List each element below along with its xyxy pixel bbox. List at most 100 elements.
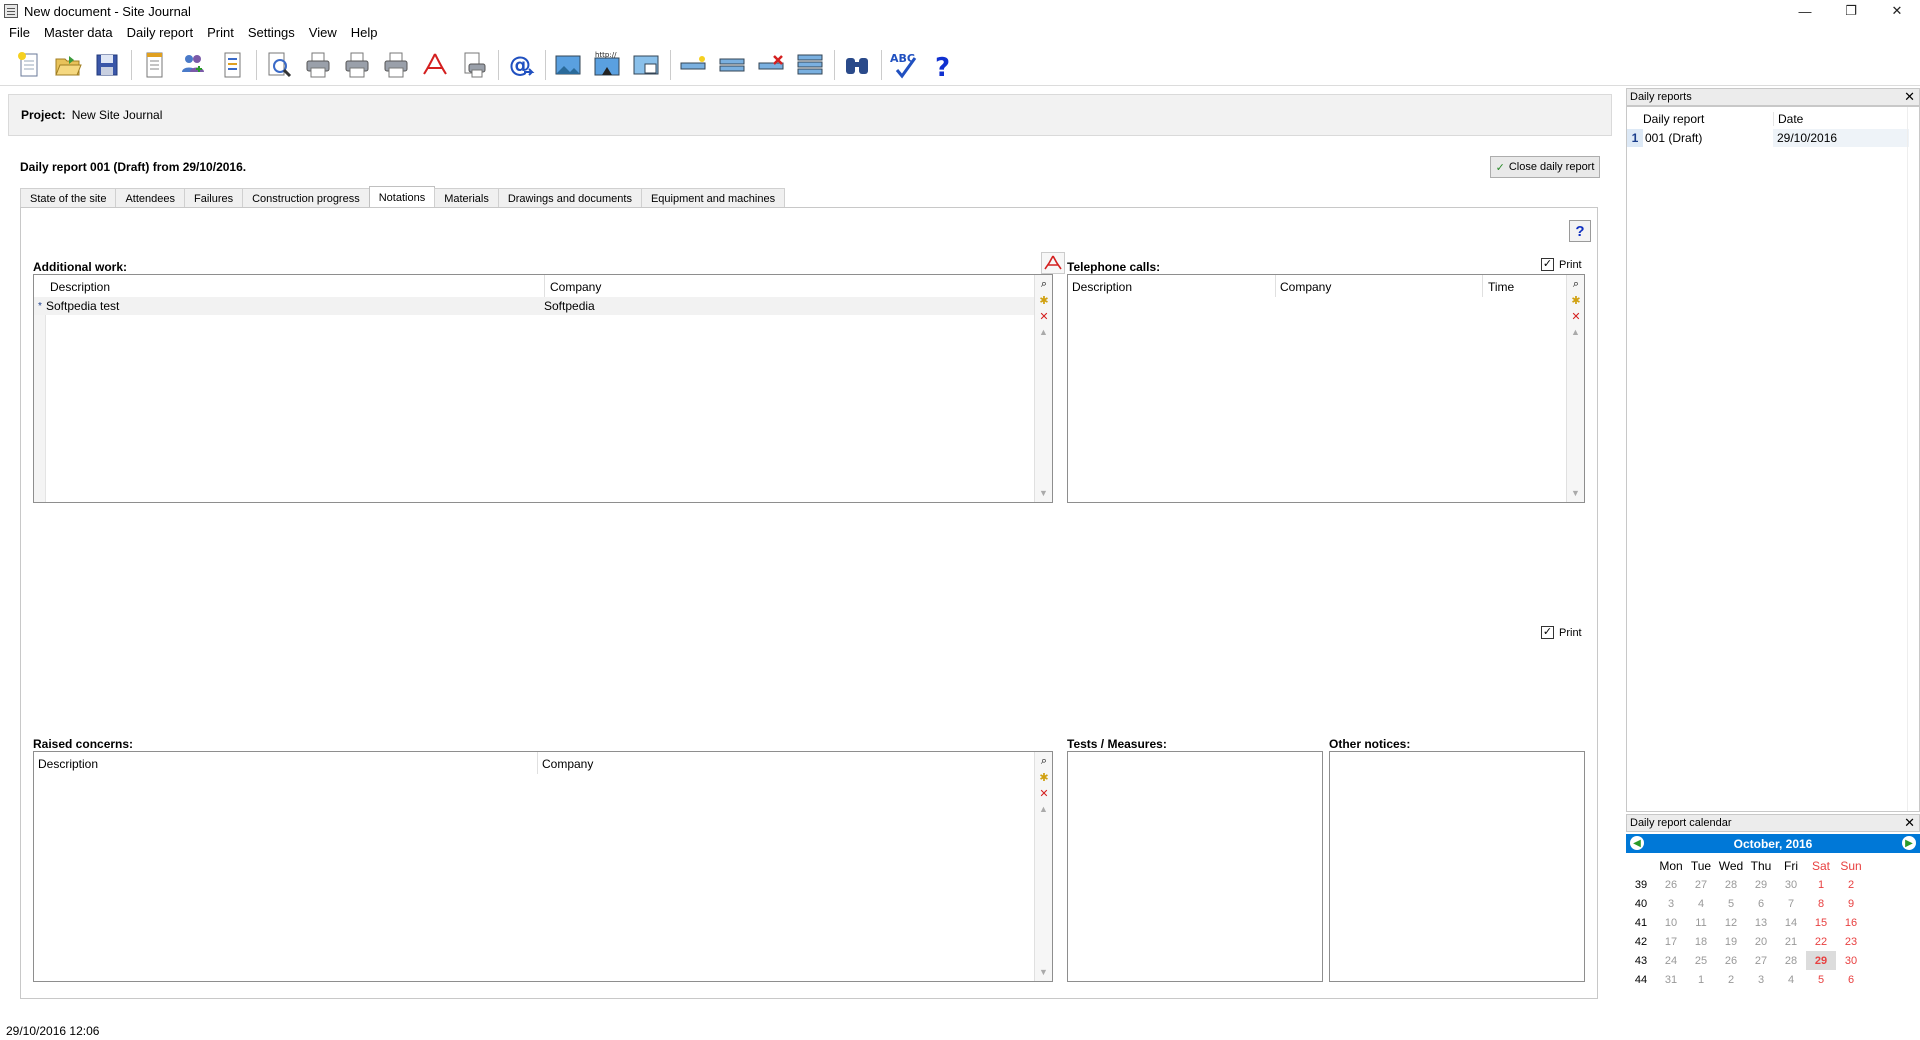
column-header-description[interactable]: Description: [1072, 280, 1132, 294]
menu-daily-report[interactable]: Daily report: [120, 25, 200, 40]
calendar-day[interactable]: 12: [1716, 913, 1746, 932]
menu-view[interactable]: View: [302, 25, 344, 40]
tests-measures-textarea[interactable]: [1067, 751, 1323, 982]
calendar-day[interactable]: 6: [1746, 894, 1776, 913]
delete-icon[interactable]: ✕: [1569, 309, 1583, 323]
search-icon[interactable]: ⌕: [1569, 277, 1583, 291]
calendar-day[interactable]: 22: [1806, 932, 1836, 951]
minimize-button[interactable]: —: [1782, 0, 1828, 22]
tab-state-of-the-site[interactable]: State of the site: [20, 188, 117, 208]
close-panel-icon[interactable]: ✕: [1904, 815, 1915, 831]
report-date[interactable]: 29/10/2016: [1773, 129, 1909, 147]
daily-reports-list[interactable]: Daily report Date 1 001 (Draft) 29/10/20…: [1626, 106, 1920, 812]
pdf-icon[interactable]: [418, 48, 452, 82]
calendar-day[interactable]: 1: [1686, 970, 1716, 989]
calendar-day[interactable]: 21: [1776, 932, 1806, 951]
menu-help[interactable]: Help: [344, 25, 385, 40]
binoculars-icon[interactable]: [840, 48, 874, 82]
calendar-day[interactable]: 26: [1716, 951, 1746, 970]
telephone-print-checkbox[interactable]: ✓ Print: [1541, 258, 1582, 271]
calendar-day[interactable]: 2: [1716, 970, 1746, 989]
image-icon[interactable]: [551, 48, 585, 82]
column-header-company[interactable]: Company: [1280, 280, 1331, 294]
scroll-up-icon[interactable]: ▲: [1039, 327, 1048, 337]
calendar-day[interactable]: 3: [1656, 894, 1686, 913]
calendar-day[interactable]: 18: [1686, 932, 1716, 951]
delete-icon[interactable]: ✕: [1037, 786, 1051, 800]
edit-row-icon[interactable]: [715, 48, 749, 82]
scroll-down-icon[interactable]: ▼: [1571, 488, 1580, 498]
telephone-calls-grid[interactable]: Description Company Time ⌕ ✱ ✕ ▲ ▼: [1067, 274, 1585, 503]
calendar-day[interactable]: 1: [1806, 875, 1836, 894]
list-scrollbar[interactable]: [1907, 107, 1919, 811]
new-document-icon[interactable]: [12, 48, 46, 82]
scroll-down-icon[interactable]: ▼: [1039, 488, 1048, 498]
tab-materials[interactable]: Materials: [434, 188, 499, 208]
open-folder-icon[interactable]: [51, 48, 85, 82]
tab-notations[interactable]: Notations: [368, 186, 436, 208]
checkbox-icon[interactable]: ✓: [1541, 626, 1554, 639]
save-icon[interactable]: [90, 48, 124, 82]
cell-description[interactable]: Softpedia test: [46, 299, 544, 313]
close-daily-report-button[interactable]: ✓ Close daily report: [1490, 156, 1600, 178]
restore-button[interactable]: ❐: [1828, 0, 1874, 22]
calendar-day[interactable]: 27: [1746, 951, 1776, 970]
spellcheck-icon[interactable]: ABC: [887, 48, 921, 82]
scroll-down-icon[interactable]: ▼: [1039, 967, 1048, 977]
calendar-day[interactable]: 19: [1716, 932, 1746, 951]
delete-row-icon[interactable]: [754, 48, 788, 82]
calendar-day[interactable]: 30: [1776, 875, 1806, 894]
calendar-day[interactable]: 16: [1836, 913, 1866, 932]
calendar-day[interactable]: 29: [1746, 875, 1776, 894]
calendar-day[interactable]: 14: [1776, 913, 1806, 932]
calendar-day[interactable]: 13: [1746, 913, 1776, 932]
menu-file[interactable]: File: [2, 25, 37, 40]
previous-month-icon[interactable]: ◀: [1630, 836, 1644, 850]
calendar-day[interactable]: 24: [1656, 951, 1686, 970]
calendar-day[interactable]: 23: [1836, 932, 1866, 951]
calendar-day[interactable]: 4: [1776, 970, 1806, 989]
new-item-icon[interactable]: ✱: [1569, 293, 1583, 307]
calendar-day[interactable]: 30: [1836, 951, 1866, 970]
calendar-day[interactable]: 2: [1836, 875, 1866, 894]
search-icon[interactable]: ⌕: [1037, 754, 1051, 768]
add-row-icon[interactable]: [676, 48, 710, 82]
menu-print[interactable]: Print: [200, 25, 241, 40]
calendar-day[interactable]: 9: [1836, 894, 1866, 913]
calendar-day[interactable]: 5: [1806, 970, 1836, 989]
table-row[interactable]: * Softpedia test Softpedia: [34, 297, 1034, 315]
report-icon[interactable]: [137, 48, 171, 82]
calendar-day[interactable]: 15: [1806, 913, 1836, 932]
email-icon[interactable]: @: [504, 48, 538, 82]
users-icon[interactable]: [176, 48, 210, 82]
calendar-day[interactable]: 3: [1746, 970, 1776, 989]
calendar-day[interactable]: 11: [1686, 913, 1716, 932]
list-item[interactable]: 1 001 (Draft) 29/10/2016: [1627, 129, 1909, 147]
calendar-day[interactable]: 31: [1656, 970, 1686, 989]
column-header-company[interactable]: Company: [550, 280, 601, 294]
calendar-day[interactable]: 26: [1656, 875, 1686, 894]
other-notices-textarea[interactable]: [1329, 751, 1585, 982]
search-icon[interactable]: ⌕: [1037, 277, 1051, 291]
calendar-day[interactable]: 25: [1686, 951, 1716, 970]
next-month-icon[interactable]: ▶: [1902, 836, 1916, 850]
calendar-day[interactable]: 8: [1806, 894, 1836, 913]
web-icon[interactable]: http://: [590, 48, 624, 82]
delete-icon[interactable]: ✕: [1037, 309, 1051, 323]
tab-failures[interactable]: Failures: [183, 188, 244, 208]
print-icon[interactable]: [340, 48, 374, 82]
pdf-export-button[interactable]: [1041, 252, 1065, 274]
checkbox-icon[interactable]: ✓: [1541, 258, 1554, 271]
column-header-description[interactable]: Description: [50, 280, 110, 294]
new-item-icon[interactable]: ✱: [1037, 770, 1051, 784]
calendar-day[interactable]: 27: [1686, 875, 1716, 894]
print-setup-icon[interactable]: [457, 48, 491, 82]
help-icon[interactable]: ?: [926, 48, 960, 82]
calendar-day[interactable]: 10: [1656, 913, 1686, 932]
column-header-daily-report[interactable]: Daily report: [1643, 112, 1704, 126]
preview-icon[interactable]: [262, 48, 296, 82]
tab-construction-progress[interactable]: Construction progress: [242, 188, 370, 208]
calendar-day[interactable]: 17: [1656, 932, 1686, 951]
calendar-day[interactable]: 7: [1776, 894, 1806, 913]
tab-attendees[interactable]: Attendees: [115, 188, 185, 208]
